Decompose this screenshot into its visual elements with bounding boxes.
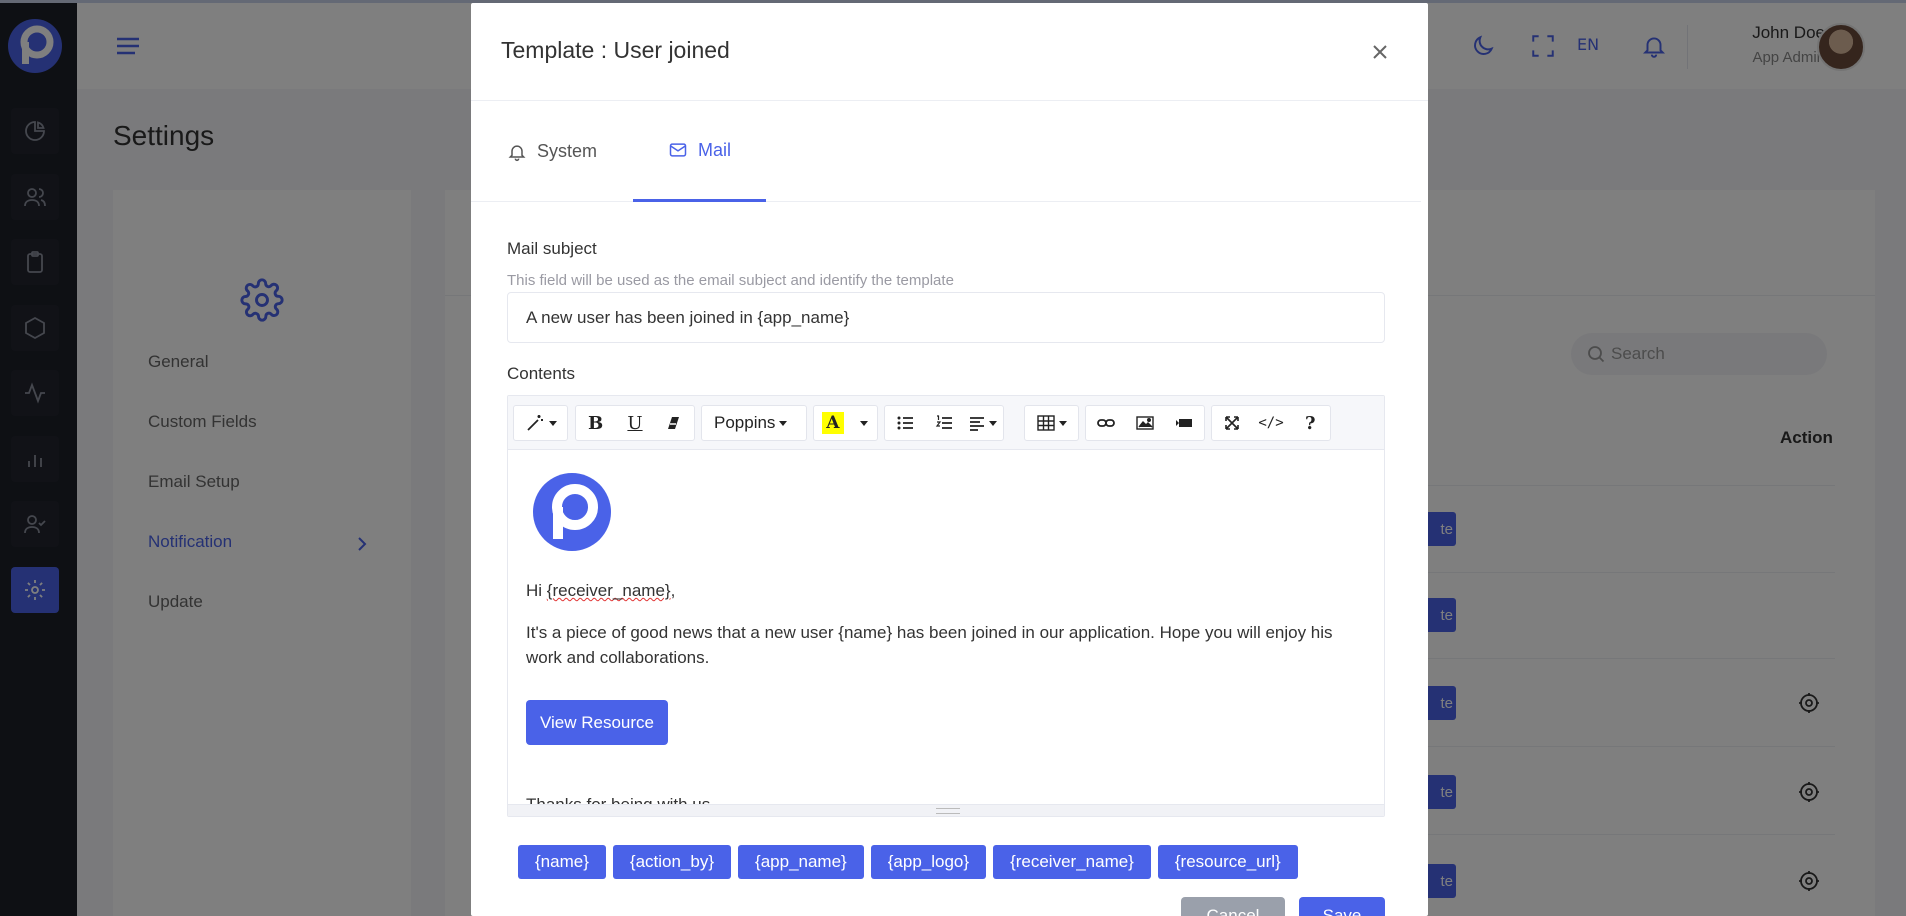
font-style-group: B U: [575, 405, 695, 441]
mail-subject-label: Mail subject: [507, 239, 597, 258]
link-icon: [1096, 419, 1115, 427]
tag-name[interactable]: {name}: [518, 845, 606, 879]
tab-mail[interactable]: Mail: [633, 101, 766, 202]
underline-button[interactable]: U: [615, 406, 654, 440]
mail-subject-hint: This field will be used as the email sub…: [507, 272, 954, 289]
font-family-select[interactable]: Poppins: [702, 406, 799, 440]
image-icon: [1136, 416, 1154, 430]
style-group: [513, 405, 568, 441]
template-modal: Template : User joined System Mail Mail …: [471, 3, 1428, 916]
highlight-color-button[interactable]: A: [822, 412, 844, 434]
magic-wand-icon: [526, 415, 543, 431]
color-dropdown-button[interactable]: [848, 406, 877, 440]
mail-subject-input[interactable]: [507, 292, 1385, 343]
table-button[interactable]: [1025, 406, 1078, 440]
close-icon: [1373, 45, 1387, 59]
link-button[interactable]: [1086, 406, 1125, 440]
modal-title: Template : User joined: [501, 37, 730, 63]
modal-header: Template : User joined: [471, 3, 1428, 101]
cancel-button[interactable]: Cancel: [1181, 897, 1285, 916]
help-button[interactable]: ?: [1291, 406, 1330, 440]
mail-greeting: Hi {receiver_name},: [526, 581, 676, 600]
tab-mail-label: Mail: [697, 139, 731, 160]
bullet-list-button[interactable]: [885, 406, 924, 440]
template-variable-tags: {name} {action_by} {app_name} {app_logo}…: [518, 845, 1298, 879]
paragraph-group: [884, 405, 1004, 441]
eraser-icon: [668, 417, 680, 429]
align-left-icon: [970, 417, 985, 431]
font-family-value: Poppins: [714, 413, 776, 432]
color-group: A: [813, 405, 878, 441]
mail-greeting-variable: {receiver_name}: [546, 581, 671, 600]
bell-icon: [507, 142, 527, 162]
tag-resource-url[interactable]: {resource_url}: [1157, 845, 1298, 879]
bold-button[interactable]: B: [576, 406, 615, 440]
mail-icon: [668, 140, 688, 160]
numbered-list-button[interactable]: [924, 406, 963, 440]
mail-app-logo-icon: [533, 473, 611, 551]
mail-body-text: It's a piece of good news that a new use…: [526, 623, 1333, 667]
video-button[interactable]: [1165, 406, 1204, 440]
close-button[interactable]: [1368, 40, 1392, 64]
editor-toolbar: B U Poppins A </> ?: [508, 396, 1384, 450]
contents-label: Contents: [507, 364, 576, 383]
rich-text-editor: B U Poppins A </> ? Hi {receiver_name}, …: [507, 395, 1385, 817]
tag-app-name[interactable]: {app_name}: [738, 845, 864, 879]
eraser-button[interactable]: [655, 406, 694, 440]
numbered-list-icon: [935, 415, 952, 429]
tab-system[interactable]: System: [507, 101, 597, 202]
view-resource-button[interactable]: View Resource: [526, 700, 668, 745]
bullet-list-icon: [897, 416, 913, 430]
tag-receiver-name[interactable]: {receiver_name}: [993, 845, 1151, 879]
fullscreen-editor-button[interactable]: [1212, 406, 1251, 440]
table-group: [1024, 405, 1079, 441]
table-icon: [1036, 415, 1055, 431]
modal-tabs: System Mail: [471, 101, 1421, 202]
font-family-group: Poppins: [701, 405, 807, 441]
tag-app-logo[interactable]: {app_logo}: [870, 845, 987, 879]
magic-wand-button[interactable]: [514, 406, 567, 440]
editor-content[interactable]: Hi {receiver_name}, It's a piece of good…: [508, 450, 1384, 804]
misc-group: </> ?: [1211, 405, 1331, 441]
image-button[interactable]: [1125, 406, 1164, 440]
tag-action-by[interactable]: {action_by}: [612, 845, 732, 879]
align-button[interactable]: [964, 406, 1003, 440]
resize-grip-icon[interactable]: [936, 808, 960, 814]
save-button[interactable]: Save: [1299, 897, 1385, 916]
video-icon: [1176, 419, 1193, 427]
insert-group: [1085, 405, 1205, 441]
expand-icon: [1224, 416, 1239, 430]
tab-system-label: System: [537, 141, 598, 161]
editor-resize-bar[interactable]: [508, 804, 1384, 816]
code-view-button[interactable]: </>: [1251, 406, 1290, 440]
mail-closing-text: Thanks for being with us: [526, 792, 710, 804]
